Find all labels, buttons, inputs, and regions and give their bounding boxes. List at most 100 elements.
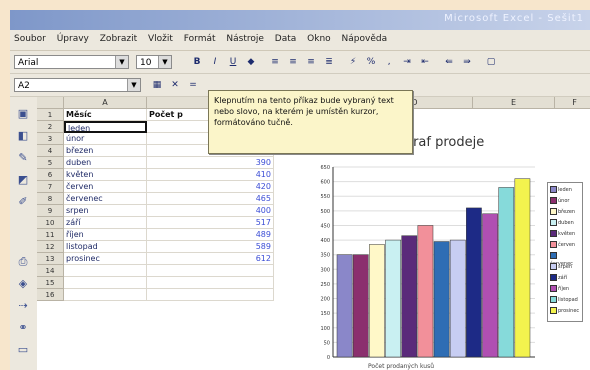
decrease-indent-icon[interactable]: ⇚ bbox=[442, 55, 456, 69]
row-header[interactable]: 1 bbox=[37, 109, 64, 121]
menu-zobrazit[interactable]: Zobrazit bbox=[96, 30, 141, 44]
empty-cell[interactable] bbox=[147, 277, 274, 289]
value-cell[interactable]: 400 bbox=[147, 205, 274, 217]
month-cell[interactable]: říjen bbox=[64, 229, 147, 241]
value-cell[interactable]: 489 bbox=[147, 229, 274, 241]
bold-icon[interactable]: B bbox=[190, 55, 204, 69]
month-cell[interactable]: únor bbox=[64, 133, 147, 145]
thousands-icon[interactable]: ‚ bbox=[382, 55, 396, 69]
merge-center-icon[interactable]: ≣ bbox=[322, 55, 336, 69]
column-header-f[interactable]: F bbox=[555, 97, 590, 109]
menu-vlozit[interactable]: Vložit bbox=[144, 30, 177, 44]
bar-červen[interactable] bbox=[417, 225, 434, 358]
month-cell[interactable]: květen bbox=[64, 169, 147, 181]
value-cell[interactable]: 589 bbox=[147, 241, 274, 253]
menu-okno[interactable]: Okno bbox=[303, 30, 335, 44]
row-header[interactable]: 7 bbox=[37, 181, 64, 193]
row-header[interactable]: 3 bbox=[37, 133, 64, 145]
select-all-corner[interactable] bbox=[37, 97, 64, 109]
row-header[interactable]: 2 bbox=[37, 121, 64, 133]
row-header[interactable]: 8 bbox=[37, 193, 64, 205]
month-cell[interactable]: listopad bbox=[64, 241, 147, 253]
align-right-icon[interactable]: ≡ bbox=[304, 55, 318, 69]
row-header[interactable]: 11 bbox=[37, 229, 64, 241]
increase-indent-icon[interactable]: ⇛ bbox=[460, 55, 474, 69]
menu-nastroje[interactable]: Nástroje bbox=[222, 30, 268, 44]
map-icon[interactable]: ◧ bbox=[15, 129, 31, 143]
pen-icon[interactable]: ✐ bbox=[15, 195, 31, 209]
menu-soubor[interactable]: Soubor bbox=[10, 30, 50, 44]
bar-srpen[interactable] bbox=[449, 239, 466, 358]
row-header[interactable]: 5 bbox=[37, 157, 64, 169]
month-cell[interactable]: březen bbox=[64, 145, 147, 157]
column-header-e[interactable]: E bbox=[473, 97, 555, 109]
underline-icon[interactable]: U bbox=[226, 55, 240, 69]
menu-data[interactable]: Data bbox=[271, 30, 301, 44]
row-header[interactable]: 13 bbox=[37, 253, 64, 265]
bar-prosinec[interactable] bbox=[514, 178, 531, 358]
bar-září[interactable] bbox=[466, 207, 482, 358]
empty-cell[interactable] bbox=[147, 265, 274, 277]
column-header-a[interactable]: A bbox=[64, 97, 147, 109]
row-header[interactable]: 4 bbox=[37, 145, 64, 157]
month-cell[interactable]: červen bbox=[64, 181, 147, 193]
bar-květen[interactable] bbox=[401, 235, 418, 358]
bar-březen[interactable] bbox=[369, 244, 385, 358]
italic-icon[interactable]: I bbox=[208, 55, 222, 69]
row-header[interactable]: 12 bbox=[37, 241, 64, 253]
accept-icon[interactable]: = bbox=[186, 78, 200, 92]
shapes-icon[interactable]: ◩ bbox=[15, 173, 31, 187]
row-header[interactable]: 15 bbox=[37, 277, 64, 289]
align-center-icon[interactable]: ≡ bbox=[286, 55, 300, 69]
decrease-decimal-icon[interactable]: ⇤ bbox=[418, 55, 432, 69]
binoculars-icon[interactable]: ⚭ bbox=[15, 321, 31, 335]
currency-icon[interactable]: ⚡ bbox=[346, 55, 360, 69]
bar-duben[interactable] bbox=[385, 239, 401, 358]
bar-únor[interactable] bbox=[352, 254, 369, 358]
value-cell[interactable]: 517 bbox=[147, 217, 274, 229]
print-icon[interactable]: ⎙ bbox=[15, 255, 31, 269]
row-header[interactable]: 9 bbox=[37, 205, 64, 217]
header-cell-month[interactable]: Měsíc bbox=[64, 109, 147, 121]
increase-decimal-icon[interactable]: ⇥ bbox=[400, 55, 414, 69]
percent-icon[interactable]: % bbox=[364, 55, 378, 69]
month-cell[interactable]: srpen bbox=[64, 205, 147, 217]
font-size-select[interactable]: 10 ▼ bbox=[136, 55, 172, 69]
borders-icon[interactable]: ▢ bbox=[484, 55, 498, 69]
arrow-icon[interactable]: ⇢ bbox=[15, 299, 31, 313]
month-cell[interactable]: červenec bbox=[64, 193, 147, 205]
value-cell[interactable]: 612 bbox=[147, 253, 274, 265]
value-cell[interactable]: 390 bbox=[147, 157, 274, 169]
empty-cell[interactable] bbox=[64, 277, 147, 289]
chevron-down-icon[interactable]: ▼ bbox=[158, 56, 171, 68]
value-cell[interactable]: 410 bbox=[147, 169, 274, 181]
empty-cell[interactable] bbox=[147, 289, 274, 301]
box-icon[interactable]: ▭ bbox=[15, 343, 31, 357]
bar-červenec[interactable] bbox=[433, 241, 450, 358]
align-left-icon[interactable]: ≡ bbox=[268, 55, 282, 69]
row-header[interactable]: 10 bbox=[37, 217, 64, 229]
month-cell[interactable]: prosinec bbox=[64, 253, 147, 265]
name-box[interactable]: A2 ▼ bbox=[14, 78, 141, 92]
cell-icon[interactable]: ▦ bbox=[150, 78, 164, 92]
bar-listopad[interactable] bbox=[498, 187, 515, 358]
bar-leden[interactable] bbox=[336, 254, 353, 358]
bar-říjen[interactable] bbox=[482, 213, 498, 358]
font-name-select[interactable]: Arial ▼ bbox=[14, 55, 129, 69]
value-cell[interactable]: 465 bbox=[147, 193, 274, 205]
menu-napoveda[interactable]: Nápověda bbox=[338, 30, 392, 44]
row-header[interactable]: 16 bbox=[37, 289, 64, 301]
menu-format[interactable]: Formát bbox=[180, 30, 220, 44]
drawing-icon[interactable]: ✎ bbox=[15, 151, 31, 165]
month-cell[interactable]: září bbox=[64, 217, 147, 229]
empty-cell[interactable] bbox=[64, 265, 147, 277]
menu-upravy[interactable]: Úpravy bbox=[53, 30, 93, 44]
month-cell[interactable]: duben bbox=[64, 157, 147, 169]
chevron-down-icon[interactable]: ▼ bbox=[127, 79, 140, 91]
sales-chart[interactable]: Graf prodeje 0 50 100 150 200 250 300 350 400 450… bbox=[303, 127, 590, 370]
chart-wizard-icon[interactable]: ▣ bbox=[15, 107, 31, 121]
fill-color-icon[interactable]: ◆ bbox=[244, 55, 258, 69]
value-cell[interactable]: 420 bbox=[147, 181, 274, 193]
web-icon[interactable]: ◈ bbox=[15, 277, 31, 291]
row-header[interactable]: 6 bbox=[37, 169, 64, 181]
